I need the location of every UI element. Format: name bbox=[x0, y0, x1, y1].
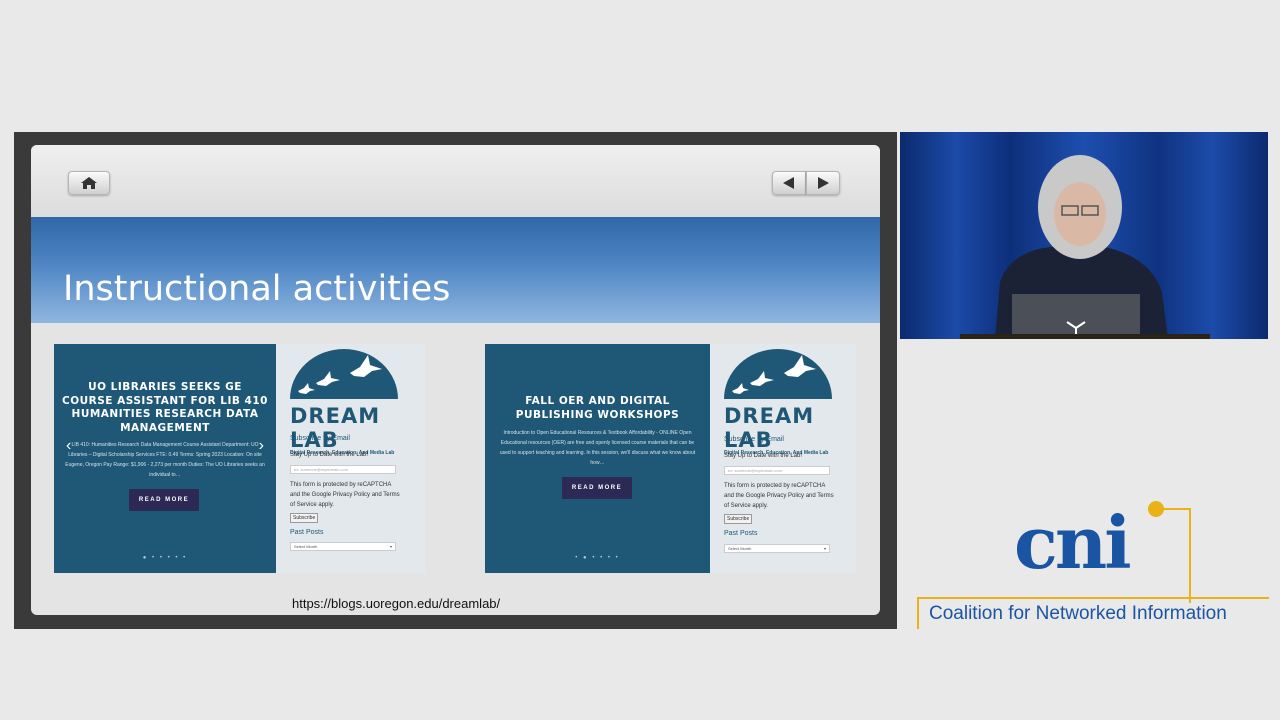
past-posts-heading: Past Posts bbox=[290, 529, 324, 536]
recaptcha-text: This form is protected by reCAPTCHA and … bbox=[724, 483, 834, 509]
past-posts-heading: Past Posts bbox=[724, 530, 758, 537]
arrow-right-icon bbox=[818, 177, 829, 189]
post-slider: UO LIBRARIES SEEKS GE COURSE ASSISTANT F… bbox=[54, 344, 276, 573]
slider-pager[interactable]: ● • • • • • bbox=[54, 555, 276, 561]
speaker-video bbox=[900, 132, 1268, 339]
post-excerpt: Introduction to Open Educational Resourc… bbox=[499, 430, 696, 466]
birds-logo-icon bbox=[724, 349, 832, 399]
read-more-button[interactable]: READ MORE bbox=[562, 477, 632, 499]
slider-next-icon[interactable]: › bbox=[259, 437, 264, 455]
blog-sidebar: DREAM LAB Digital Research, Education, A… bbox=[276, 344, 425, 573]
email-field[interactable]: ex: someone@mydomain.com bbox=[724, 466, 830, 475]
month-select-label: Select Month bbox=[294, 544, 318, 549]
chevron-down-icon: ▾ bbox=[823, 546, 826, 551]
month-select-label: Select Month bbox=[728, 546, 752, 551]
slide-url: https://blogs.uoregon.edu/dreamlab/ bbox=[292, 596, 501, 611]
cni-caption: Coalition for Networked Information bbox=[929, 603, 1227, 624]
blog-screenshot-1: UO LIBRARIES SEEKS GE COURSE ASSISTANT F… bbox=[54, 344, 425, 573]
recaptcha-text: This form is protected by reCAPTCHA and … bbox=[290, 482, 400, 508]
subscribe-heading: Subscribe by Email bbox=[290, 435, 350, 442]
slider-prev-icon[interactable]: ‹ bbox=[66, 437, 71, 455]
slide-title: Instructional activities bbox=[63, 269, 451, 309]
logo-word: DREAM LAB bbox=[724, 404, 815, 452]
subscribe-button[interactable]: Subscribe bbox=[290, 513, 319, 523]
subscribe-text: Stay Up to Date with the Lab! bbox=[724, 453, 803, 459]
subscribe-button[interactable]: Subscribe bbox=[724, 514, 753, 524]
speaker-video-image bbox=[900, 132, 1268, 339]
slider-pager[interactable]: • ● • • • • bbox=[485, 555, 710, 561]
month-select[interactable]: Select Month ▾ bbox=[724, 544, 830, 553]
post-headline[interactable]: FALL OER AND DIGITAL PUBLISHING WORKSHOP… bbox=[493, 395, 702, 422]
chevron-down-icon: ▾ bbox=[389, 544, 392, 549]
post-excerpt: LIB 410: Humanities Research Data Manage… bbox=[65, 442, 265, 478]
subscribe-text: Stay Up to Date with the Lab! bbox=[290, 452, 369, 458]
logo-word: DREAM LAB bbox=[290, 404, 381, 452]
read-more-button[interactable]: READ MORE bbox=[129, 489, 199, 511]
arrow-left-icon bbox=[783, 177, 794, 189]
blog-sidebar: DREAM LAB Digital Research, Education, A… bbox=[710, 344, 856, 573]
slide: Instructional activities UO LIBRARIES SE… bbox=[31, 145, 880, 615]
next-slide-button[interactable] bbox=[806, 171, 840, 195]
home-icon bbox=[81, 177, 97, 189]
subscribe-heading: Subscribe by Email bbox=[724, 436, 784, 443]
cni-wordmark: cni bbox=[1014, 500, 1132, 585]
post-slider: FALL OER AND DIGITAL PUBLISHING WORKSHOP… bbox=[485, 344, 710, 573]
post-headline[interactable]: UO LIBRARIES SEEKS GE COURSE ASSISTANT F… bbox=[62, 381, 268, 435]
blog-screenshot-2: FALL OER AND DIGITAL PUBLISHING WORKSHOP… bbox=[485, 344, 856, 573]
slide-frame: Instructional activities UO LIBRARIES SE… bbox=[14, 132, 897, 629]
birds-logo-icon bbox=[290, 349, 398, 399]
month-select[interactable]: Select Month ▾ bbox=[290, 542, 396, 551]
slide-toolbar bbox=[31, 145, 880, 217]
title-banner: Instructional activities bbox=[31, 217, 880, 323]
cni-logo: cni Coalition for Networked Information bbox=[917, 499, 1269, 629]
email-field[interactable]: ex: someone@mydomain.com bbox=[290, 465, 396, 474]
cni-dot-icon bbox=[1148, 501, 1191, 603]
home-button[interactable] bbox=[68, 171, 110, 195]
previous-slide-button[interactable] bbox=[772, 171, 806, 195]
